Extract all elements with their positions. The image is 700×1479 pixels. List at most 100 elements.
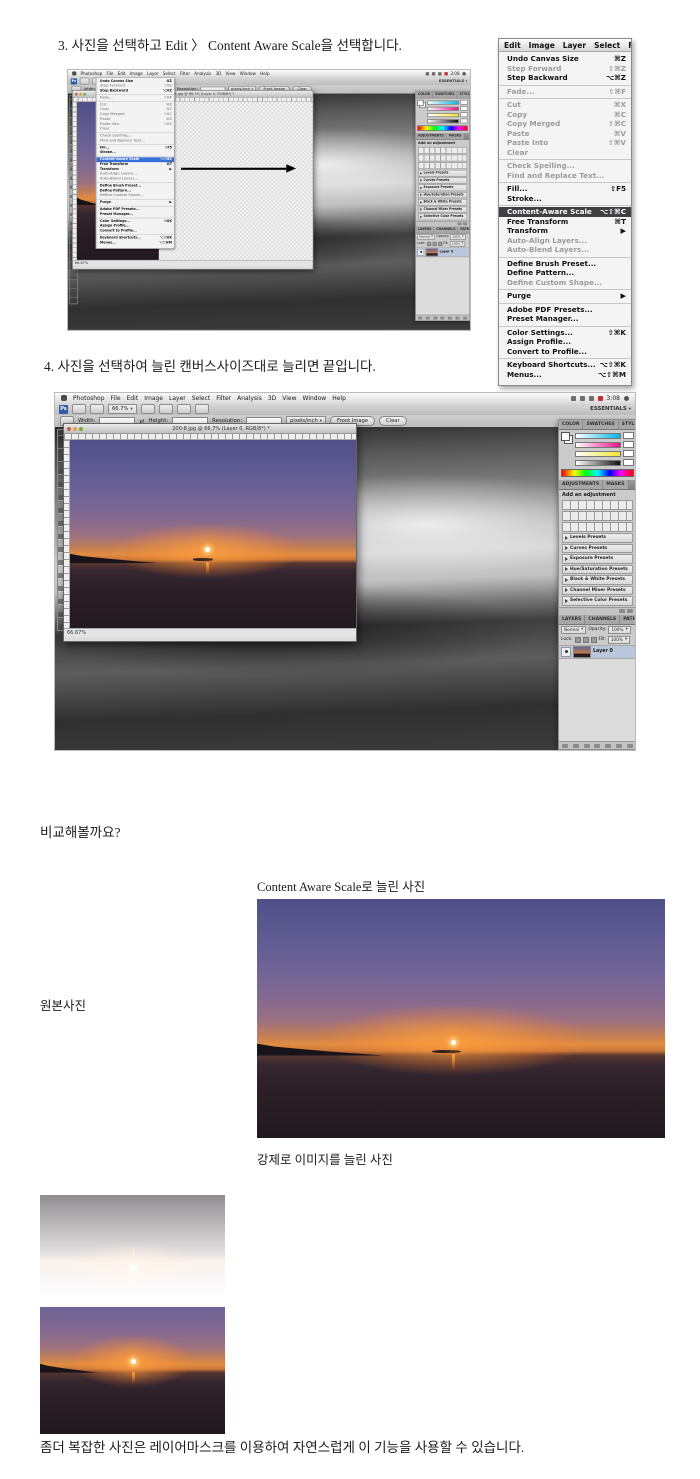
menu-bar-item[interactable]: Select (591, 40, 623, 51)
foreground-background-swatches[interactable] (417, 100, 425, 108)
preset-group[interactable]: Exposure Presets (562, 554, 633, 564)
preset-group[interactable]: Hue/Saturation Presets (562, 565, 633, 575)
workspace-switcher[interactable]: ESSENTIALS (439, 79, 467, 83)
menubar-item[interactable]: File (106, 71, 113, 76)
panel-tab[interactable]: COLOR (416, 91, 433, 97)
menu-item[interactable]: Step Backward ⌥⌘Z (499, 73, 631, 86)
zoom-level-select[interactable]: 66.7% (108, 404, 137, 414)
menu-item[interactable]: Assign Profile... (499, 337, 631, 347)
apple-icon[interactable] (61, 395, 67, 401)
menu-item[interactable]: Cut ⌘X (499, 100, 631, 110)
black-slider[interactable] (427, 119, 459, 123)
magenta-value-box[interactable] (460, 106, 468, 111)
return-icon[interactable] (458, 222, 462, 225)
launch-bridge-button[interactable] (72, 404, 86, 414)
panel-tab[interactable]: LAYERS (416, 226, 434, 232)
lock-pixels-icon[interactable] (583, 637, 589, 643)
delete-layer-icon[interactable] (463, 316, 467, 319)
rotate-view-button[interactable] (159, 404, 173, 414)
opacity-select[interactable]: 100% (450, 234, 465, 240)
lock-position-icon[interactable] (591, 637, 597, 643)
spotlight-icon[interactable] (462, 72, 465, 75)
panel-tab[interactable]: MASKS (603, 480, 628, 489)
menu-item[interactable]: Purge ▶ (499, 291, 631, 304)
launch-bridge-button[interactable] (80, 78, 90, 85)
menu-bar-item[interactable]: Filte (625, 40, 631, 51)
opacity-select[interactable]: 100% (608, 626, 630, 634)
menubar-item[interactable]: Select (192, 395, 211, 402)
adjustment-icons-row[interactable] (418, 147, 467, 154)
menu-item[interactable]: Stroke... (96, 150, 174, 156)
preset-group[interactable]: Curves Presets (562, 544, 633, 554)
preset-group[interactable]: Channel Mixer Presets (418, 206, 467, 213)
yellow-slider[interactable] (427, 113, 459, 117)
menu-item[interactable]: Define Custom Shape... (499, 278, 631, 291)
panel-tab[interactable]: STYLES (457, 91, 470, 97)
menu-item[interactable]: Adobe PDF Presets... (499, 305, 631, 315)
adjustment-layer-icon[interactable] (594, 744, 600, 748)
preset-group[interactable]: Black & White Presets (418, 199, 467, 206)
menu-item[interactable]: Fill... ⇧F5 (499, 184, 631, 194)
menubar-item[interactable]: View (282, 395, 296, 402)
screen-mode-button[interactable] (195, 404, 209, 414)
cyan-value-box[interactable] (460, 100, 468, 105)
menu-item[interactable]: Paste ⌘V (499, 129, 631, 139)
cyan-value-box[interactable] (623, 432, 634, 439)
preset-group[interactable]: Levels Presets (418, 170, 467, 177)
menu-item[interactable]: Menus... ⌥⇧⌘M (499, 370, 631, 380)
visibility-eye-icon[interactable] (561, 647, 571, 657)
cyan-slider[interactable] (575, 433, 621, 439)
panel-tab[interactable]: MASKS (447, 133, 465, 139)
menu-item[interactable]: Clear (499, 148, 631, 161)
layer-group-icon[interactable] (605, 744, 611, 748)
return-icon[interactable] (619, 609, 625, 613)
panel-tab[interactable]: ADJUSTMENTS (416, 133, 447, 139)
menubar-item[interactable]: Help (332, 395, 346, 402)
menu-item[interactable]: Clear (96, 127, 174, 133)
window-controls[interactable] (64, 427, 86, 431)
lock-transparency-icon[interactable] (427, 242, 431, 246)
spotlight-icon[interactable] (624, 396, 629, 401)
menubar-item[interactable]: Layer (169, 395, 186, 402)
menubar-item[interactable]: View (226, 71, 236, 76)
adjustment-icons-row[interactable] (418, 162, 467, 169)
apple-icon[interactable] (72, 71, 76, 75)
menu-bar-item[interactable]: Layer (560, 40, 589, 51)
layer-mask-icon[interactable] (433, 316, 437, 319)
blend-mode-select[interactable]: Normal (561, 626, 586, 634)
panel-tab[interactable]: STYLES (619, 420, 635, 429)
expand-panel-icon[interactable] (463, 222, 467, 225)
layer-row[interactable]: Layer 0 (559, 646, 635, 659)
magenta-value-box[interactable] (623, 441, 634, 448)
document-titlebar[interactable]: 200-8.jpg @ 66.7% (Layer 0, RGB/8*) * (64, 424, 356, 434)
menu-item[interactable]: Preset Manager... (96, 212, 174, 218)
color-spectrum-ramp[interactable] (561, 469, 634, 477)
layer-style-icon[interactable] (573, 744, 579, 748)
preset-group[interactable]: Exposure Presets (418, 184, 467, 191)
visibility-eye-icon[interactable] (417, 248, 424, 255)
menu-item[interactable]: Define Pattern... (499, 268, 631, 278)
menu-item[interactable]: Stroke... (499, 194, 631, 207)
menubar-item[interactable]: Edit (127, 395, 139, 402)
new-layer-icon[interactable] (456, 316, 460, 319)
menu-item[interactable]: Preset Manager... (499, 314, 631, 327)
menu-item[interactable]: Fade... ⇧⌘F (96, 96, 174, 102)
menu-item[interactable]: Convert to Profile... (96, 229, 174, 235)
menu-item[interactable]: Step Forward ⇧⌘Z (499, 64, 631, 74)
black-slider[interactable] (575, 460, 621, 466)
black-value-box[interactable] (623, 459, 634, 466)
lock-position-icon[interactable] (438, 242, 442, 246)
preset-group[interactable]: Black & White Presets (562, 575, 633, 585)
layer-style-icon[interactable] (426, 316, 430, 319)
workspace-switcher[interactable]: ESSENTIALS (590, 406, 631, 412)
clear-button[interactable]: Clear (379, 416, 407, 426)
yellow-slider[interactable] (575, 451, 621, 457)
menubar-item[interactable]: File (111, 395, 121, 402)
menu-item[interactable]: Content-Aware Scale ⌥⇧⌘C (499, 207, 631, 217)
cyan-slider[interactable] (427, 100, 459, 104)
adjustment-icons-row[interactable] (562, 500, 633, 510)
menubar-item[interactable]: Analysis (194, 71, 211, 76)
adjustment-icons-row[interactable] (418, 155, 467, 162)
menu-item[interactable]: Auto-Blend Layers... (96, 177, 174, 183)
menubar-item[interactable]: Layer (147, 71, 159, 76)
